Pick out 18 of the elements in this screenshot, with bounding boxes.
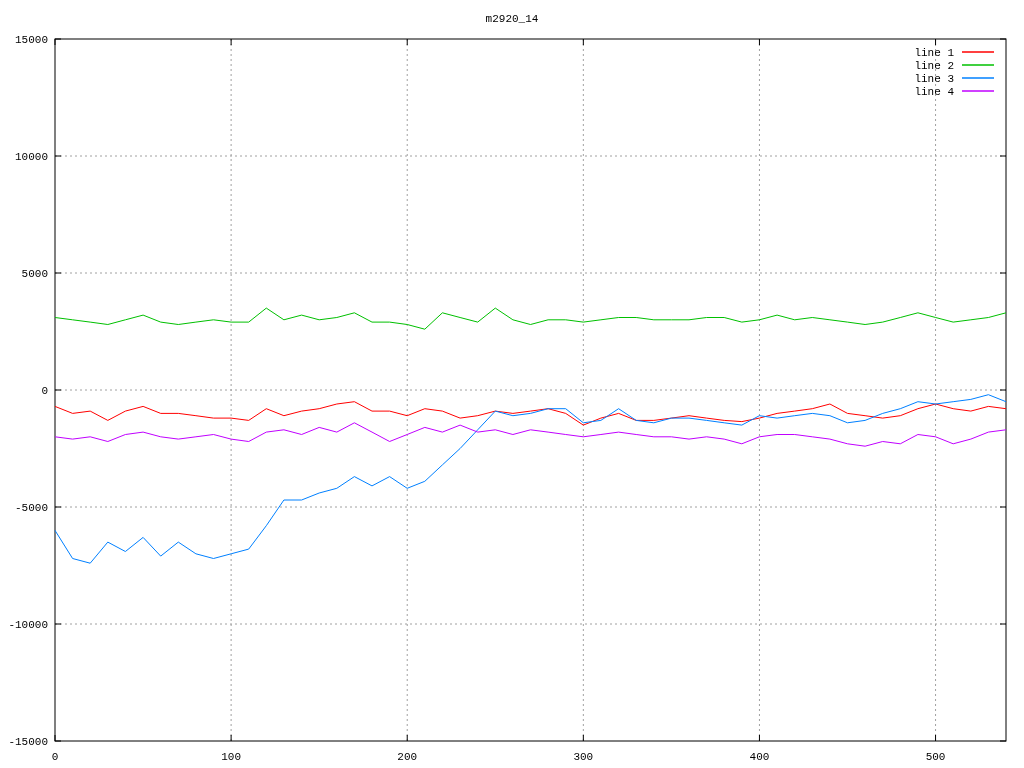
x-tick-label: 400 xyxy=(749,751,770,763)
y-tick-label: 15000 xyxy=(15,34,48,46)
legend-label: line 3 xyxy=(914,73,954,85)
y-tick-label: -5000 xyxy=(15,502,48,514)
x-tick-label: 500 xyxy=(925,751,946,763)
legend-label: line 4 xyxy=(914,86,954,98)
y-tick-label: 10000 xyxy=(15,151,48,163)
x-tick-label: 0 xyxy=(51,751,59,763)
y-tick-label: 0 xyxy=(41,385,48,397)
y-tick-label: -10000 xyxy=(8,619,48,631)
legend-label: line 1 xyxy=(914,47,954,59)
chart-title: m2920_14 xyxy=(485,13,539,25)
y-tick-label: -15000 xyxy=(8,736,48,748)
legend-label: line 2 xyxy=(914,60,954,72)
x-tick-label: 200 xyxy=(397,751,418,763)
x-tick-label: 300 xyxy=(573,751,594,763)
y-tick-label: 5000 xyxy=(21,268,48,280)
x-tick-label: 100 xyxy=(221,751,241,763)
